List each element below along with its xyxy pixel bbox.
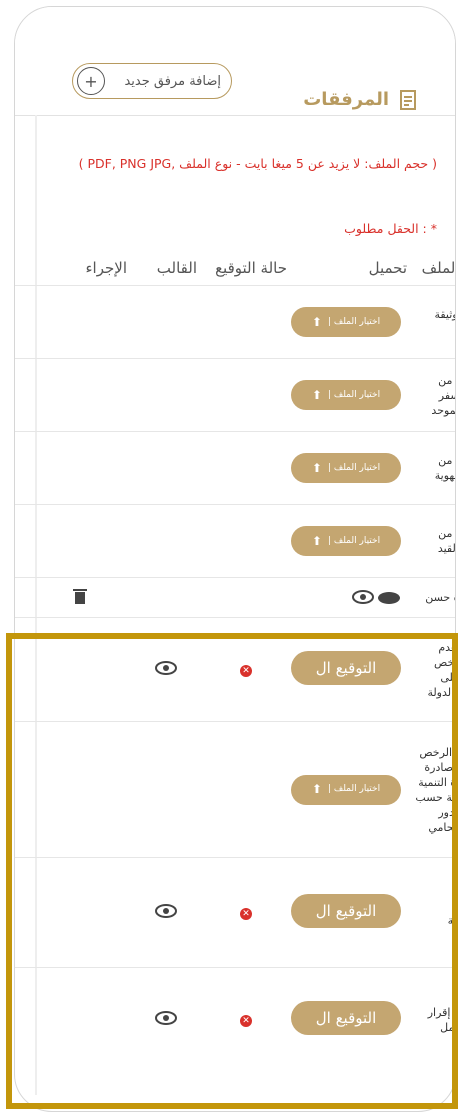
table-row: * تعبئة وثيقة تعارف اختيار الملف |⬆ bbox=[15, 285, 456, 359]
table-header-row: اسم الملف تحميل حالة التوقيع القالب الإج… bbox=[15, 251, 456, 286]
unsigned-status-icon: ✕ bbox=[240, 1015, 252, 1028]
file-name: صورة من جواز السفر الرقم الموحد bbox=[431, 373, 456, 417]
upload-icon: ⬆ bbox=[311, 782, 322, 796]
choose-file-button[interactable]: اختيار الملف | ⬆ bbox=[291, 453, 401, 483]
table-row: * تعهد بعدم امتلاك رخص تجارية على مستوى … bbox=[15, 617, 456, 722]
sign-button[interactable]: التوقيع ال bbox=[291, 893, 401, 928]
add-attachment-button[interactable]: إضافة مرفق جديد + bbox=[72, 63, 232, 99]
table-row: * صورة من بطاقة الهوية اختيار الملف |⬆ bbox=[15, 431, 455, 505]
choose-file-button[interactable]: اختيار الملف | ⬆ bbox=[291, 774, 401, 805]
file-name: صورة من بطاقة الهوية bbox=[434, 454, 455, 482]
sign-button[interactable]: التوقيع ال bbox=[291, 650, 401, 685]
choose-file-button[interactable]: اختيار الملف | ⬆ bbox=[291, 307, 401, 337]
required-field-note: * : الحقل مطلوب bbox=[344, 221, 437, 236]
phone-frame: المرفقات إضافة مرفق جديد + ( حجم الملف: … bbox=[14, 6, 456, 1112]
file-name: التعهد بالاستقالة bbox=[447, 913, 456, 927]
unsigned-status-icon: ✕ bbox=[240, 908, 252, 920]
upload-icon: ⬆ bbox=[311, 387, 322, 402]
attachments-heading: المرفقات bbox=[303, 89, 417, 110]
table-row: * كشف الرخص التجارية صادرة من دائرة التن… bbox=[15, 721, 456, 858]
eye-icon[interactable] bbox=[351, 589, 374, 604]
trash-icon[interactable] bbox=[73, 588, 87, 604]
table-row: * صورة من خلاصة القيد اختيار الملف |⬆ bbox=[15, 504, 456, 578]
file-size-note: ( حجم الملف: لا يزيد عن 5 ميغا بايت - نو… bbox=[78, 156, 437, 171]
file-name: تعبئة وثيقة تعارف bbox=[434, 308, 456, 321]
document-icon bbox=[400, 89, 416, 110]
attachments-title: المرفقات bbox=[303, 89, 389, 110]
choose-file-button[interactable]: اختيار الملف | ⬆ bbox=[291, 526, 401, 556]
add-attachment-label: إضافة مرفق جديد bbox=[124, 73, 221, 89]
unsigned-status-icon: ✕ bbox=[240, 665, 252, 677]
attachments-table: اسم الملف تحميل حالة التوقيع القالب الإج… bbox=[15, 251, 456, 1072]
col-sign-status: حالة التوقيع bbox=[215, 259, 287, 277]
eye-icon[interactable] bbox=[155, 660, 177, 675]
col-file-name: اسم الملف bbox=[421, 259, 456, 277]
table-row: * تعهد و إقرار بعدم العمل التوقيع ال ✕ bbox=[15, 967, 455, 1072]
col-upload: تحميل bbox=[368, 259, 407, 277]
upload-icon: ⬆ bbox=[311, 533, 322, 548]
col-template: القالب bbox=[156, 259, 197, 277]
upload-cloud-icon[interactable] bbox=[377, 588, 401, 604]
eye-icon[interactable] bbox=[155, 903, 177, 918]
choose-file-button[interactable]: اختيار الملف | ⬆ bbox=[291, 380, 401, 410]
table-row: * صورة من جواز السفر الرقم الموحد اختيار… bbox=[15, 358, 456, 432]
table-row: * شهادة حسن bbox=[15, 577, 455, 618]
sign-button[interactable]: التوقيع ال bbox=[291, 1000, 401, 1035]
file-name: تعهد و إقرار بعدم العمل bbox=[427, 1005, 455, 1034]
file-name: تعهد بعدم امتلاك رخص تجارية على مستوى ال… bbox=[427, 640, 456, 699]
plus-icon: + bbox=[77, 67, 105, 95]
header: المرفقات إضافة مرفق جديد + bbox=[15, 7, 455, 116]
eye-icon[interactable] bbox=[155, 1010, 177, 1025]
file-name: صورة من خلاصة القيد bbox=[437, 527, 456, 555]
file-name: كشف الرخص التجارية صادرة من دائرة التنمي… bbox=[415, 745, 456, 834]
upload-icon: ⬆ bbox=[311, 314, 322, 329]
upload-icon: ⬆ bbox=[311, 460, 322, 475]
table-row: * التعهد بالاستقالة التوقيع ال ✕ bbox=[15, 857, 456, 968]
col-action: الإجراء bbox=[85, 259, 128, 277]
file-name: شهادة حسن bbox=[425, 591, 455, 604]
